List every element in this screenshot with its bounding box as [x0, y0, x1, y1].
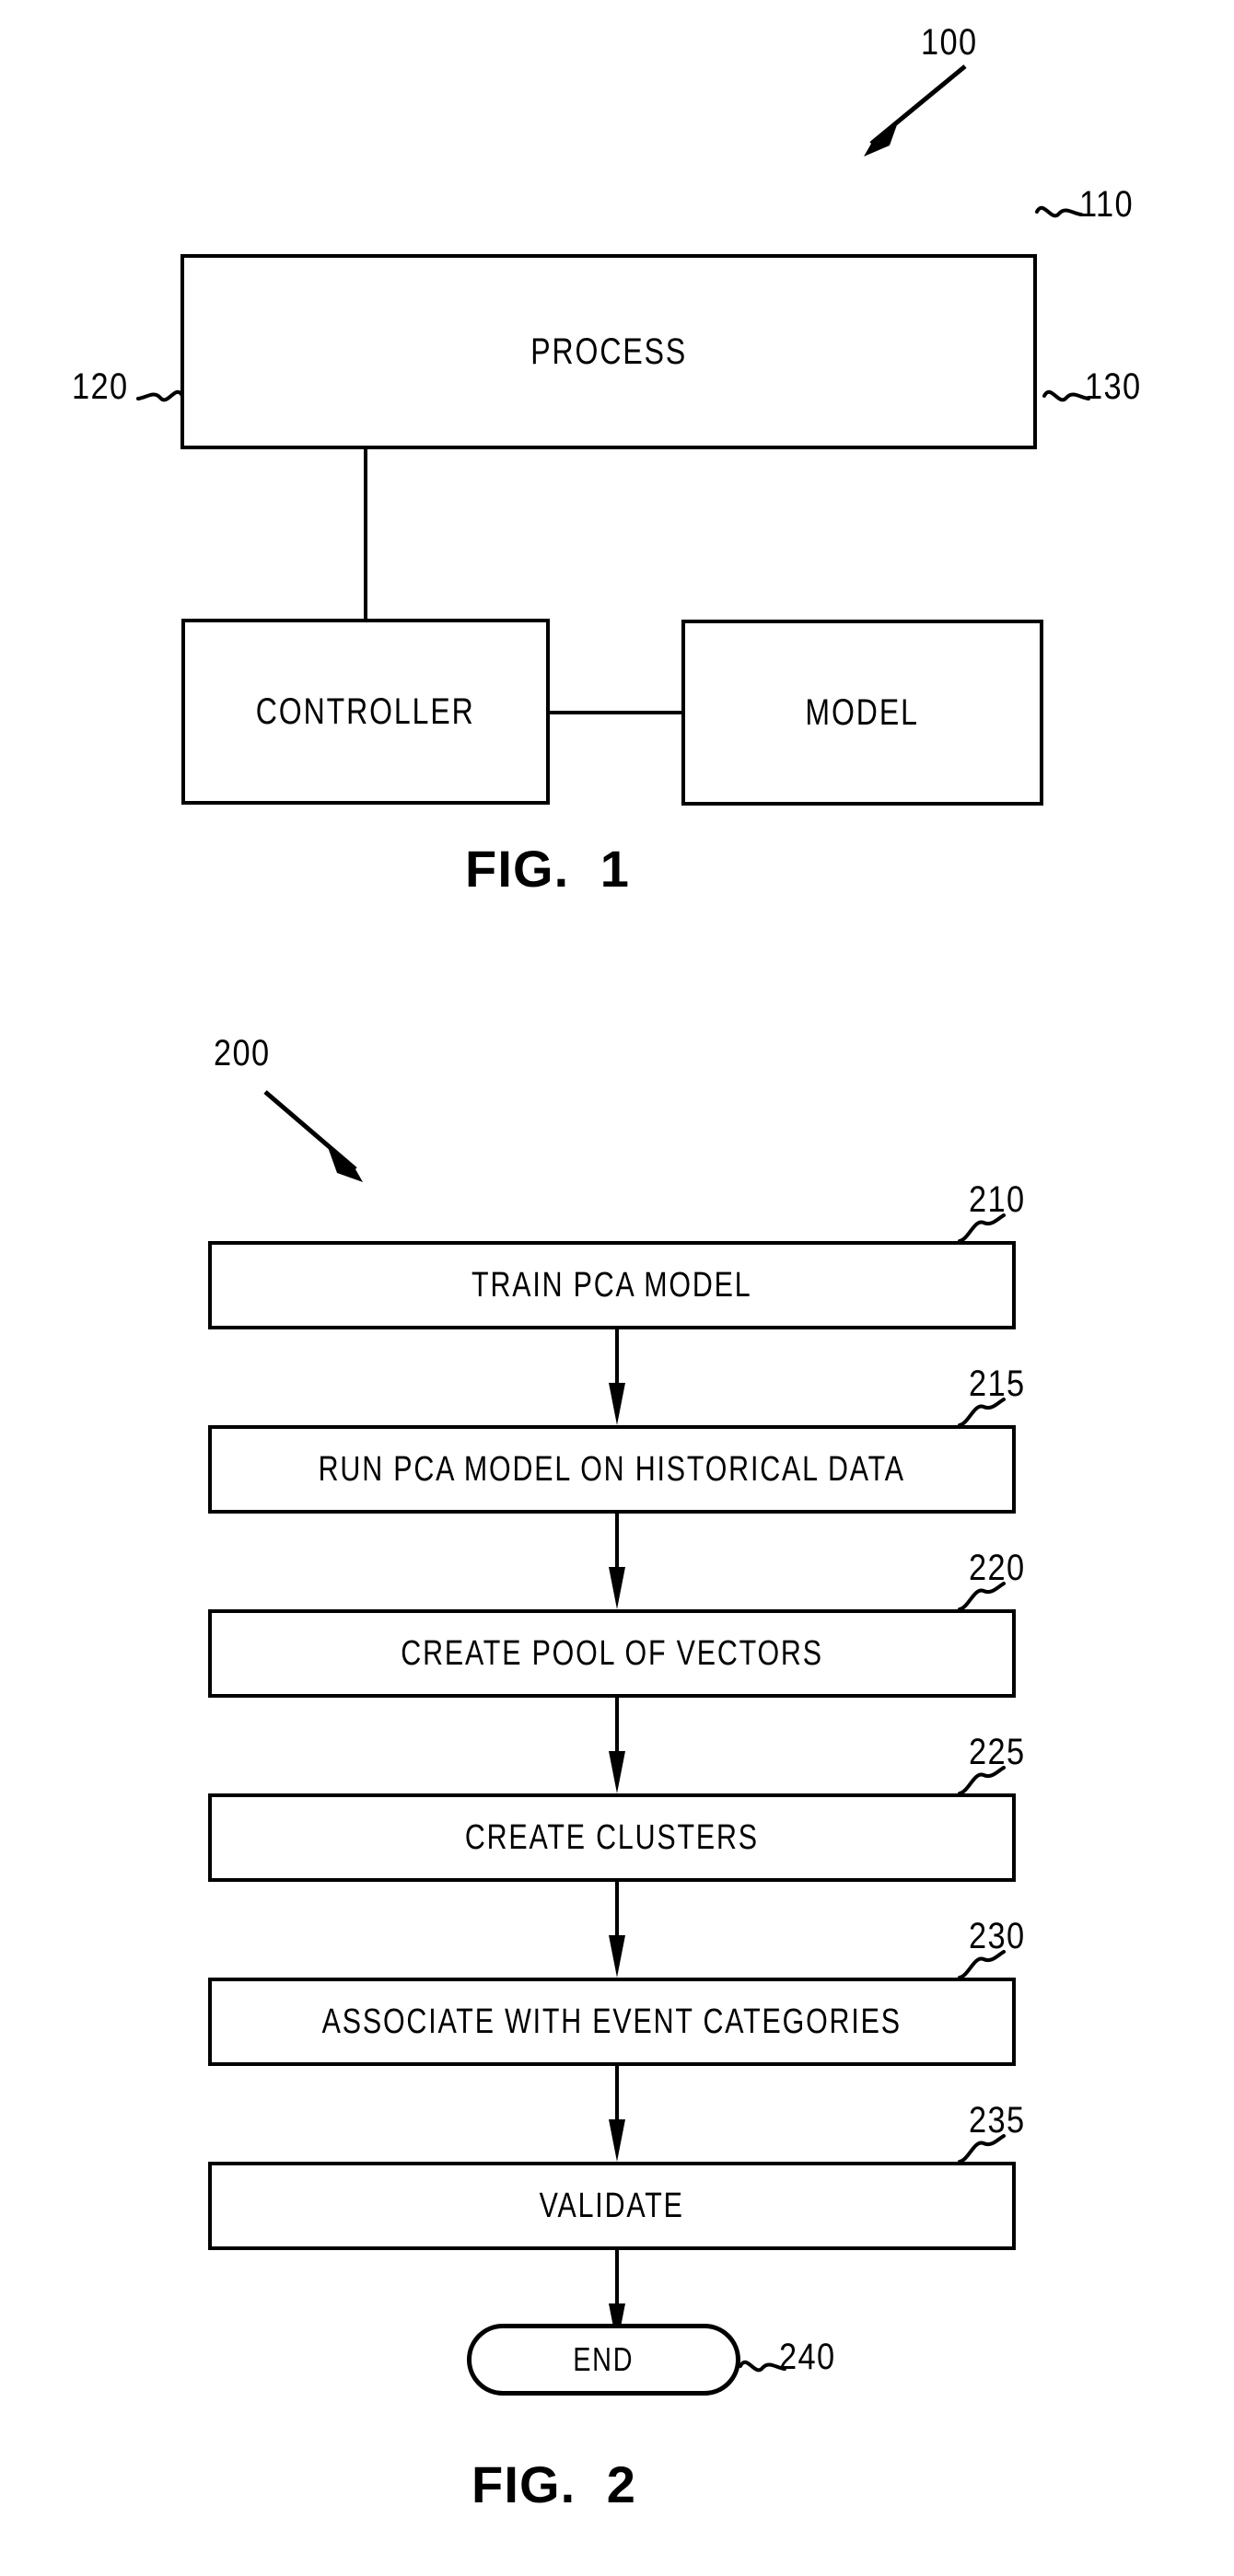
- reference-numeral-130: 130: [1085, 366, 1142, 407]
- process-box: PROCESS: [180, 254, 1037, 449]
- reference-numeral-230: 230: [969, 1916, 1026, 1956]
- leader-hook-130: [1042, 389, 1090, 402]
- step-box-label: ASSOCIATE WITH EVENT CATEGORIES: [321, 2002, 902, 2041]
- flow-arrow-215-220: [609, 1514, 625, 1609]
- reference-numeral-100: 100: [921, 22, 978, 63]
- connector-controller-model: [548, 711, 683, 714]
- reference-numeral-200: 200: [214, 1033, 271, 1073]
- step-box-create-clusters: CREATE CLUSTERS: [208, 1793, 1016, 1882]
- reference-numeral-235: 235: [969, 2100, 1026, 2141]
- step-box-label: VALIDATE: [539, 2186, 685, 2225]
- lead-arrow-200: [263, 1090, 363, 1182]
- step-box-associate-with-event-categories: ASSOCIATE WITH EVENT CATEGORIES: [208, 1978, 1016, 2066]
- reference-numeral-210: 210: [969, 1179, 1026, 1220]
- controller-box: CONTROLLER: [181, 619, 550, 805]
- step-box-validate: VALIDATE: [208, 2162, 1016, 2250]
- leader-hook-110: [1035, 205, 1083, 218]
- figure-1-caption: FIG. 1: [465, 840, 630, 898]
- end-terminator: END: [467, 2324, 740, 2396]
- controller-box-label: CONTROLLER: [256, 690, 475, 732]
- model-box-label: MODEL: [805, 691, 920, 733]
- connector-process-controller: [364, 449, 367, 621]
- lead-arrow-100: [864, 64, 967, 157]
- leader-hook-120: [136, 389, 184, 402]
- step-box-run-pca-model: RUN PCA MODEL ON HISTORICAL DATA: [208, 1425, 1016, 1514]
- reference-numeral-215: 215: [969, 1363, 1026, 1404]
- step-box-create-pool-of-vectors: CREATE POOL OF VECTORS: [208, 1609, 1016, 1698]
- step-box-label: RUN PCA MODEL ON HISTORICAL DATA: [318, 1449, 906, 1489]
- step-box-label: CREATE POOL OF VECTORS: [401, 1633, 823, 1673]
- flow-arrow-220-225: [609, 1698, 625, 1793]
- reference-numeral-110: 110: [1079, 184, 1134, 225]
- end-terminator-label: END: [573, 2340, 634, 2378]
- flow-arrow-210-215: [609, 1329, 625, 1425]
- reference-numeral-220: 220: [969, 1548, 1026, 1588]
- reference-numeral-240: 240: [779, 2337, 836, 2377]
- step-box-label: TRAIN PCA MODEL: [471, 1265, 752, 1305]
- reference-numeral-120: 120: [72, 366, 129, 407]
- step-box-label: CREATE CLUSTERS: [464, 1817, 760, 1857]
- flow-arrow-225-230: [609, 1882, 625, 1978]
- patent-drawing-sheet: 100 PROCESS 110 CONTROLLER 120 MODEL 130…: [0, 0, 1234, 2576]
- figure-2-caption: FIG. 2: [471, 2455, 636, 2513]
- process-box-label: PROCESS: [530, 331, 687, 372]
- flow-arrow-230-235: [609, 2066, 625, 2162]
- step-box-train-pca-model: TRAIN PCA MODEL: [208, 1241, 1016, 1329]
- reference-numeral-225: 225: [969, 1732, 1026, 1772]
- model-box: MODEL: [681, 620, 1043, 806]
